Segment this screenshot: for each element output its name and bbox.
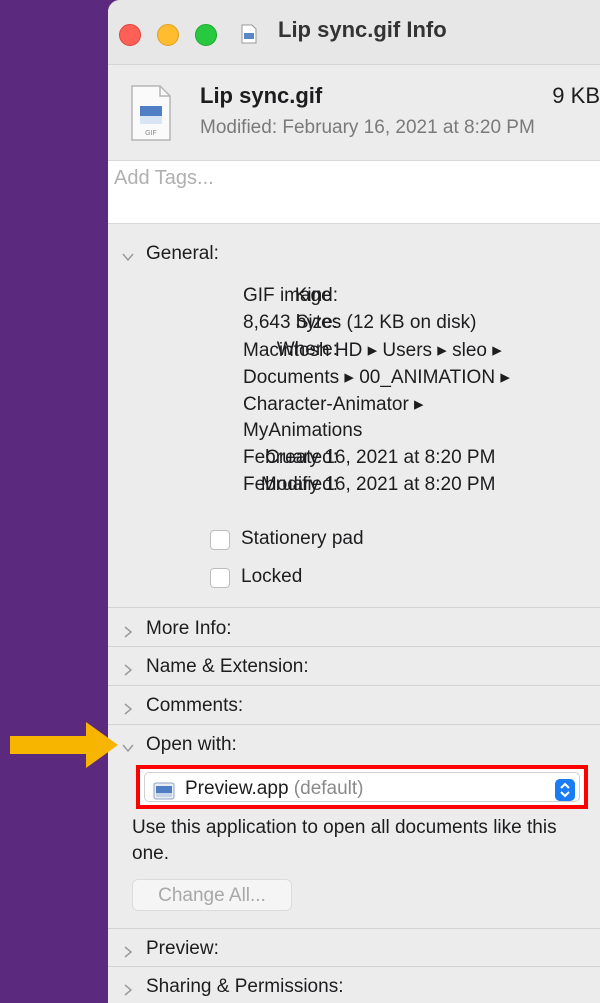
size-value: 8,643 bytes (12 KB on disk) xyxy=(243,312,477,333)
locked-checkbox[interactable] xyxy=(210,568,230,588)
divider xyxy=(108,646,600,647)
where-line: Macintosh HD ▸ Users ▸ sleo ▸ xyxy=(243,340,502,361)
where-line: MyAnimations xyxy=(243,420,363,441)
minimize-window-button[interactable] xyxy=(157,24,179,46)
chevron-right-icon xyxy=(124,946,133,958)
app-name-text: Preview.app (default) xyxy=(185,778,364,800)
modified-value: February 16, 2021 at 8:20 PM xyxy=(243,474,496,495)
divider xyxy=(108,724,600,725)
chevron-up-down-icon xyxy=(555,779,575,801)
file-size: 9 KB xyxy=(552,83,600,108)
where-line: Character-Animator ▸ xyxy=(243,394,424,415)
chevron-right-icon xyxy=(124,703,133,715)
open-with-app-select[interactable]: Preview.app (default) xyxy=(136,765,588,809)
chevron-right-icon xyxy=(124,664,133,676)
name-extension-label: Name & Extension: xyxy=(146,656,309,677)
where-line: Documents ▸ 00_ANIMATION ▸ xyxy=(243,367,510,388)
general-label: General: xyxy=(146,243,219,264)
arrow-right-icon xyxy=(10,722,118,768)
zoom-window-button[interactable] xyxy=(195,24,217,46)
preview-label: Preview: xyxy=(146,938,219,959)
svg-text:GIF: GIF xyxy=(145,130,157,137)
comments-label: Comments: xyxy=(146,695,244,716)
app-popup-button[interactable]: Preview.app (default) xyxy=(144,772,580,802)
stationery-pad-checkbox[interactable] xyxy=(210,530,230,550)
change-all-button[interactable]: Change All... xyxy=(132,879,292,911)
divider xyxy=(108,928,600,929)
app-name: Preview.app xyxy=(185,778,289,799)
chevron-right-icon xyxy=(124,626,133,638)
chevron-down-icon xyxy=(122,744,134,753)
open-with-label: Open with: xyxy=(146,734,237,755)
preview-app-icon xyxy=(153,782,175,800)
info-window: Lip sync.gif Info GIF Lip sync.gif 9 KB … xyxy=(108,0,600,1003)
sharing-permissions-label: Sharing & Permissions: xyxy=(146,976,344,997)
file-name: Lip sync.gif xyxy=(200,83,323,108)
divider xyxy=(108,966,600,967)
more-info-label: More Info: xyxy=(146,618,232,639)
divider xyxy=(108,607,600,608)
close-window-button[interactable] xyxy=(119,24,141,46)
kind-value: GIF image xyxy=(243,285,332,306)
tags-placeholder: Add Tags... xyxy=(114,167,214,189)
chevron-down-icon xyxy=(122,253,134,262)
gif-document-icon xyxy=(241,24,257,44)
gif-file-icon: GIF xyxy=(131,85,171,141)
open-with-description: Use this application to open all documen… xyxy=(132,817,557,864)
chevron-right-icon xyxy=(124,984,133,996)
file-modified: Modified: February 16, 2021 at 8:20 PM xyxy=(200,117,535,138)
divider xyxy=(108,685,600,686)
app-default-label: (default) xyxy=(293,778,364,799)
created-value: February 16, 2021 at 8:20 PM xyxy=(243,447,496,468)
tags-field[interactable]: Add Tags... xyxy=(108,160,600,224)
stationery-pad-label: Stationery pad xyxy=(241,528,364,549)
title-bar: Lip sync.gif Info xyxy=(108,0,600,65)
window-title: Lip sync.gif Info xyxy=(278,17,447,42)
locked-label: Locked xyxy=(241,566,303,587)
